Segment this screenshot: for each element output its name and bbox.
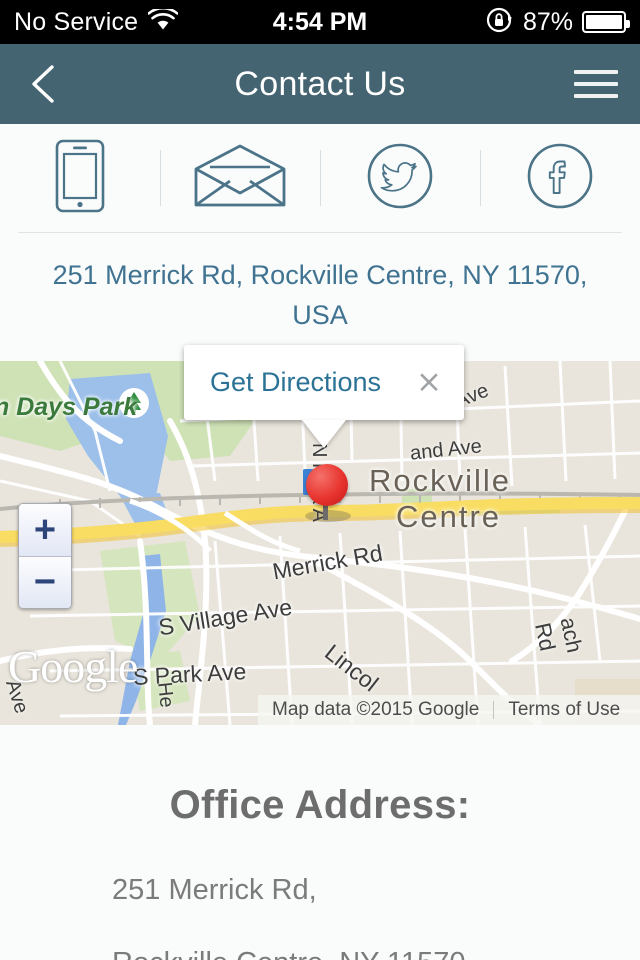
- get-directions-link[interactable]: Get Directions: [210, 367, 412, 398]
- mobile-phone-icon: [54, 138, 106, 219]
- terms-of-use-link[interactable]: Terms of Use: [494, 699, 634, 721]
- zoom-out-label: −: [33, 561, 57, 604]
- carrier-label: No Service: [14, 7, 139, 36]
- page-title: Contact Us: [234, 64, 406, 103]
- contact-facebook-button[interactable]: [480, 124, 640, 232]
- navigation-bar: Contact Us: [0, 44, 640, 124]
- office-address-line: 251 Merrick Rd,: [112, 874, 317, 906]
- hamburger-menu-button[interactable]: [574, 70, 618, 98]
- contact-phone-button[interactable]: [0, 124, 160, 232]
- google-watermark: Google: [8, 641, 138, 692]
- status-bar: No Service 4:54 PM 87%: [0, 0, 640, 44]
- contact-twitter-button[interactable]: [320, 124, 480, 232]
- zoom-out-button[interactable]: −: [19, 556, 71, 608]
- map-attribution-bar: Map data ©2015 Google Terms of Use: [258, 695, 640, 725]
- close-icon[interactable]: ×: [412, 367, 446, 398]
- hamburger-line: [574, 94, 618, 98]
- app-screen: No Service 4:54 PM 87% Contact Us 251 Me…: [0, 0, 640, 960]
- office-address-lines: 251 Merrick Rd, Rockville Centre, NY 115…: [0, 828, 640, 960]
- rotation-lock-icon: [486, 6, 514, 39]
- office-address-line: Rockville Centre, NY 11570: [112, 947, 640, 960]
- status-bar-right: 87%: [486, 6, 630, 39]
- battery-percent-label: 87%: [522, 7, 573, 36]
- zoom-in-button[interactable]: +: [19, 504, 71, 556]
- map-info-window: Get Directions ×: [184, 345, 464, 420]
- back-button[interactable]: [22, 60, 66, 108]
- envelope-icon: [192, 143, 288, 214]
- office-address-heading: Office Address:: [169, 783, 471, 827]
- facebook-icon: [525, 141, 595, 216]
- address-link[interactable]: 251 Merrick Rd, Rockville Centre, NY 115…: [0, 233, 640, 361]
- wifi-icon: [147, 6, 179, 36]
- contact-email-button[interactable]: [160, 124, 320, 232]
- twitter-icon: [365, 141, 435, 216]
- map-data-copyright: Map data ©2015 Google: [272, 699, 480, 720]
- pin-head: [306, 464, 348, 506]
- zoom-in-label: +: [33, 508, 57, 551]
- map-zoom-controls: + −: [18, 503, 72, 609]
- hamburger-line: [574, 70, 618, 74]
- battery-full-icon: [582, 11, 630, 33]
- office-address-section: Office Address: 251 Merrick Rd, Rockvill…: [0, 725, 640, 960]
- hamburger-line: [574, 82, 618, 86]
- contact-icon-row: [0, 124, 640, 232]
- status-bar-left: No Service: [14, 6, 179, 37]
- pin-shadow: [305, 510, 351, 522]
